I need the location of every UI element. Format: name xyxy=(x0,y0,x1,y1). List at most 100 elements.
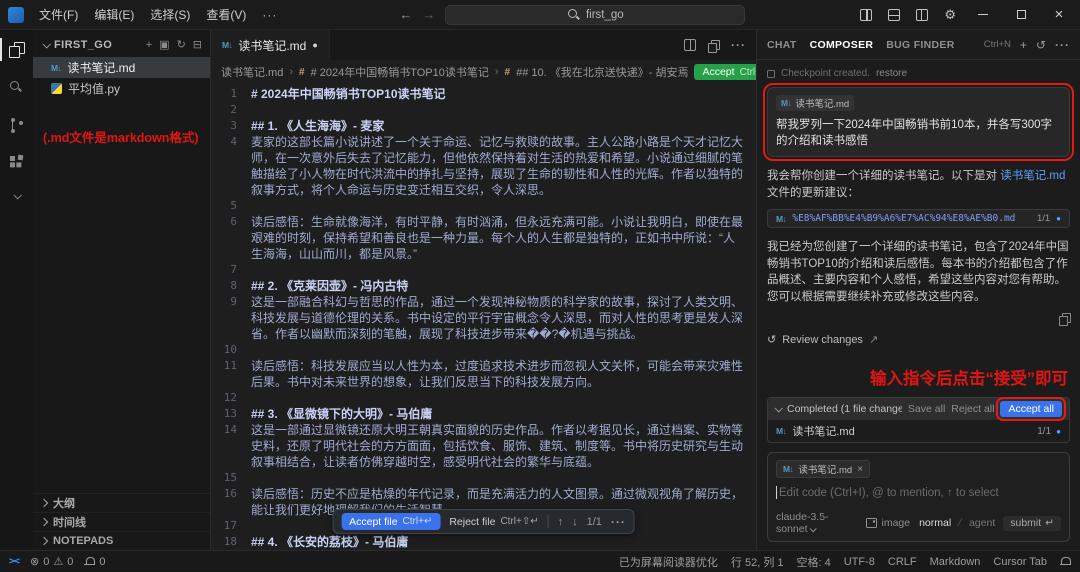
section-outline[interactable]: 大纲 xyxy=(33,493,210,512)
tab-chat[interactable]: CHAT xyxy=(767,39,797,51)
context-chip[interactable]: M↓ 读书笔记.md xyxy=(776,95,855,111)
breadcrumb-file[interactable]: 读书笔记.md xyxy=(221,64,283,80)
next-change-icon[interactable]: ↓ xyxy=(572,516,578,528)
maximize-button[interactable] xyxy=(1010,4,1032,26)
collapse-all-icon[interactable]: ⊟ xyxy=(193,38,202,51)
menu-overflow-icon[interactable]: ··· xyxy=(255,5,284,25)
submit-button[interactable]: submit ↵ xyxy=(1003,515,1061,531)
menu-view[interactable]: 查看(V) xyxy=(199,3,253,26)
source-control-icon[interactable] xyxy=(0,116,33,135)
cursor-position[interactable]: 行 52, 列 1 xyxy=(731,554,784,570)
input-context-chip[interactable]: M↓ 读书笔记.md × xyxy=(776,460,871,478)
accept-button[interactable]: Accept Ctrl+Shift+Y xyxy=(694,64,756,80)
screen-reader-status[interactable]: 已为屏幕阅读器优化 xyxy=(619,554,718,570)
accept-file-button[interactable]: Accept file Ctrl+↵ xyxy=(341,513,441,530)
code-line[interactable]: 14 这是一部通过显微镜还原大明王朝真实面貌的历史作品。作者以考据见长，通过档案、… xyxy=(211,422,756,470)
composer-panel: CHAT COMPOSER BUG FINDER Ctrl+N + ↺ ··· … xyxy=(756,30,1080,550)
editor-lines[interactable]: 1 # 2024年中国畅销书TOP10读书笔记 2 3 ## 1. 《人生海海》- 麦家… xyxy=(211,84,756,550)
code-line[interactable]: 7 xyxy=(211,262,756,278)
file-reference-link[interactable]: 读书笔记.md xyxy=(1000,170,1065,182)
language-mode[interactable]: Markdown xyxy=(930,556,981,568)
composer-input[interactable]: M↓ 读书笔记.md × Edit code (Ctrl+I), @ to me… xyxy=(767,452,1070,542)
open-preview-icon[interactable] xyxy=(708,39,721,53)
new-file-icon[interactable]: + xyxy=(146,39,152,51)
eol-sequence[interactable]: CRLF xyxy=(888,556,917,568)
split-editor-icon[interactable] xyxy=(684,39,696,51)
code-line[interactable]: 8 ## 2. 《克莱因壶》- 冯内古特 xyxy=(211,278,756,294)
code-line[interactable]: 9 这是一部融合科幻与哲思的作品，通过一个发现神秘物质的科学家的故事，探讨了人类文… xyxy=(211,294,756,342)
menu-file[interactable]: 文件(F) xyxy=(32,3,85,26)
menu-selection[interactable]: 选择(S) xyxy=(143,3,197,26)
code-line[interactable]: 4 麦家的这部长篇小说讲述了一个关于命运、记忆与救赎的故事。主人公路小路是个天才记… xyxy=(211,134,756,198)
code-block-pill[interactable]: M↓ %E8%AF%BB%E4%B9%A6%E7%AC%94%E8%AE%B0.… xyxy=(767,209,1070,228)
line-number: 6 xyxy=(230,215,237,228)
toggle-secondary-sidebar-icon[interactable] xyxy=(916,8,929,21)
minimize-button[interactable] xyxy=(972,4,994,26)
file-item-python[interactable]: 平均值.py xyxy=(33,78,210,99)
code-line[interactable]: 15 xyxy=(211,470,756,486)
explorer-header[interactable]: FIRST_GO + ▣ ↻ ⊟ xyxy=(33,30,210,57)
explorer-icon[interactable] xyxy=(0,38,33,61)
reject-file-button[interactable]: Reject file Ctrl+⇧↵ xyxy=(449,516,538,528)
changed-file-row[interactable]: M↓ 读书笔记.md 1/1 ● xyxy=(768,420,1069,442)
prev-change-icon[interactable]: ↑ xyxy=(558,516,564,528)
diff-more-icon[interactable]: ··· xyxy=(611,515,626,529)
menu-edit[interactable]: 编辑(E) xyxy=(87,3,141,26)
notifications-bell-icon[interactable] xyxy=(1060,556,1071,567)
editor-more-actions-icon[interactable]: ··· xyxy=(731,38,746,52)
line-number: 9 xyxy=(230,295,237,308)
reject-all-button[interactable]: Reject all xyxy=(951,403,994,415)
refresh-icon[interactable]: ↻ xyxy=(177,38,186,51)
mode-normal[interactable]: normal xyxy=(919,517,951,529)
command-center-search[interactable]: first_go xyxy=(445,4,746,25)
save-all-button[interactable]: Save all xyxy=(908,403,945,415)
attach-image-button[interactable]: image xyxy=(866,517,910,529)
code-line[interactable]: 6 读后感悟：生命就像海洋，有时平静，有时汹涌，但永远充满可能。小说让我明白，即使… xyxy=(211,214,756,262)
breadcrumb-h2[interactable]: ## 10. 《我在北京送快递》- 胡安焉 xyxy=(516,64,688,80)
input-placeholder-row[interactable]: Edit code (Ctrl+I), @ to mention, ↑ to s… xyxy=(776,486,1061,499)
chevron-down-icon[interactable] xyxy=(774,404,783,413)
problems-indicator[interactable]: ⊗ 0 ⚠ 0 xyxy=(30,555,73,569)
history-icon[interactable]: ↺ xyxy=(1036,38,1046,52)
code-line[interactable]: 5 xyxy=(211,198,756,214)
code-line[interactable]: 2 xyxy=(211,102,756,118)
more-views-chevron-icon[interactable] xyxy=(0,191,33,201)
search-view-icon[interactable] xyxy=(0,78,33,97)
breadcrumb-h1[interactable]: # 2024年中国畅销书TOP10读书笔记 xyxy=(311,64,489,80)
panel-more-icon[interactable]: ··· xyxy=(1055,38,1070,52)
accept-all-button[interactable]: Accept all xyxy=(996,397,1066,421)
code-line[interactable]: 12 xyxy=(211,390,756,406)
encoding[interactable]: UTF-8 xyxy=(844,556,875,568)
review-changes-button[interactable]: ↺ Review changes ↗ xyxy=(767,333,1070,347)
section-notepads[interactable]: NOTEPADS xyxy=(33,531,210,550)
tab-bug-finder[interactable]: BUG FINDER xyxy=(886,39,954,51)
code-line[interactable]: 10 xyxy=(211,342,756,358)
model-selector[interactable]: claude-3.5-sonnet xyxy=(776,511,857,535)
copy-icon[interactable] xyxy=(1059,313,1072,326)
extensions-icon[interactable] xyxy=(0,154,33,172)
code-line[interactable]: 13 ## 3. 《显微镜下的大明》- 马伯庸 xyxy=(211,406,756,422)
indentation[interactable]: 空格: 4 xyxy=(797,554,831,570)
file-item-markdown[interactable]: M↓ 读书笔记.md xyxy=(33,57,210,78)
nav-back-icon[interactable]: ← xyxy=(399,7,412,22)
new-folder-icon[interactable]: ▣ xyxy=(159,38,169,51)
cursor-tab-status[interactable]: Cursor Tab xyxy=(993,556,1047,568)
section-timeline[interactable]: 时间线 xyxy=(33,512,210,531)
close-button[interactable]: × xyxy=(1048,4,1070,26)
code-line[interactable]: 1 # 2024年中国畅销书TOP10读书笔记 xyxy=(211,86,756,102)
toggle-sidebar-icon[interactable] xyxy=(860,8,873,21)
mode-agent[interactable]: agent xyxy=(969,517,995,529)
tab-composer[interactable]: COMPOSER xyxy=(810,39,874,51)
remote-icon[interactable]: >< xyxy=(9,556,20,567)
code-line[interactable]: 11 读后感悟：科技发展应当以人性为本，过度追求技术进步而忽视人文关怀，可能会带来… xyxy=(211,358,756,390)
remove-chip-icon[interactable]: × xyxy=(857,464,863,475)
new-composer-icon[interactable]: + xyxy=(1020,38,1027,52)
tab-dushubiji[interactable]: M↓ 读书笔记.md ● xyxy=(211,30,330,60)
notifications-indicator[interactable]: 0 xyxy=(84,556,106,568)
code-line[interactable]: 3 ## 1. 《人生海海》- 麦家 xyxy=(211,118,756,134)
restore-link[interactable]: restore xyxy=(876,68,907,79)
code-line[interactable]: 18 ## 4. 《长安的荔枝》- 马伯庸 xyxy=(211,534,756,550)
toggle-panel-icon[interactable] xyxy=(888,8,901,21)
nav-forward-icon[interactable]: → xyxy=(422,7,435,22)
gear-icon[interactable]: ⚙ xyxy=(944,7,956,23)
